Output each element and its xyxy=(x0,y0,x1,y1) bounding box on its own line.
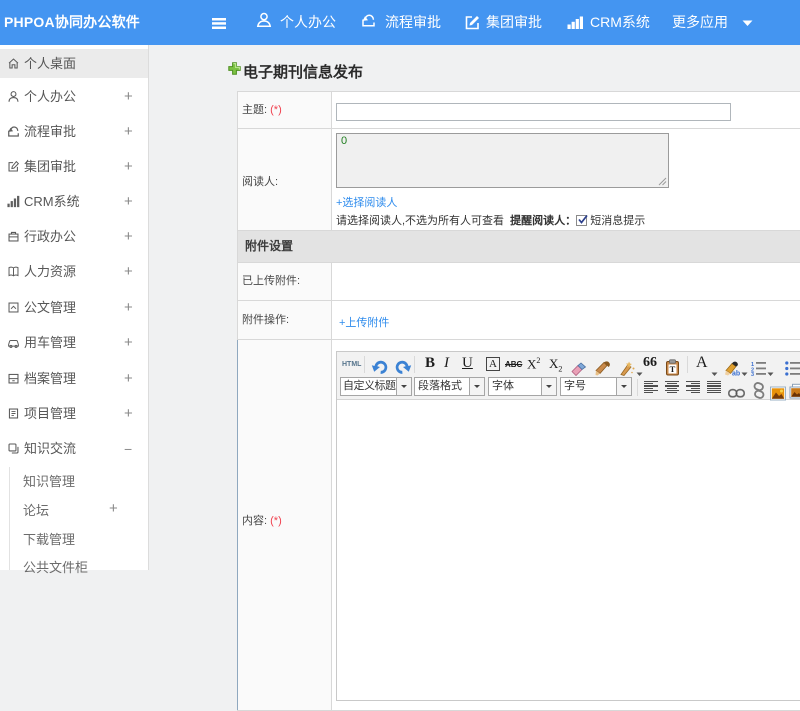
svg-text:T: T xyxy=(670,364,676,374)
